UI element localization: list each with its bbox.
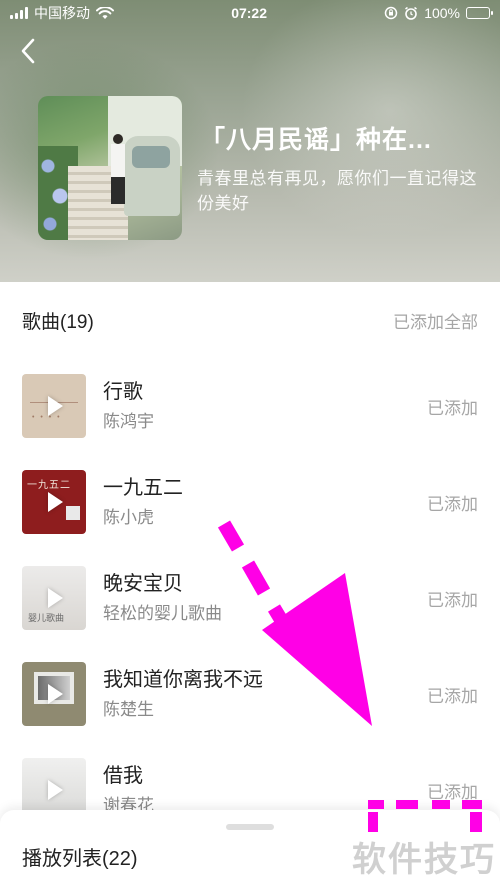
play-icon	[48, 588, 63, 608]
orientation-lock-icon	[384, 6, 398, 20]
add-all-button[interactable]: 已添加全部	[393, 308, 478, 333]
songs-count-title: 歌曲(19)	[22, 311, 94, 333]
song-added-status: 已添加	[427, 686, 478, 706]
back-button[interactable]	[14, 36, 42, 66]
play-icon	[48, 684, 63, 704]
song-artist: 轻松的婴儿歌曲	[103, 604, 222, 623]
song-cover-text: 婴儿歌曲	[28, 613, 65, 623]
album-title: 「八月民谣」种在...	[200, 126, 432, 154]
song-title: 借我	[103, 765, 143, 787]
song-cover[interactable]: 一九五二	[22, 470, 86, 534]
album-cover	[38, 96, 182, 240]
song-artist: 陈鸿宇	[103, 412, 154, 431]
song-title: 我知道你离我不远	[103, 669, 263, 691]
chevron-left-icon	[21, 38, 35, 64]
song-list-panel: 歌曲(19) 已添加全部 • • • • 行歌 陈鸿宇 已添加 一九五二 一九五…	[0, 282, 500, 889]
song-title: 晚安宝贝	[103, 573, 183, 595]
song-row[interactable]: 我知道你离我不远 陈楚生 已添加	[0, 646, 500, 742]
song-artist: 陈楚生	[103, 700, 154, 719]
watermark-text: 软件技巧	[352, 841, 496, 879]
song-row[interactable]: • • • • 行歌 陈鸿宇 已添加	[0, 358, 500, 454]
song-cover[interactable]	[22, 662, 86, 726]
carrier-label: 中国移动	[34, 5, 90, 21]
song-added-status: 已添加	[427, 590, 478, 610]
battery-icon	[466, 7, 493, 19]
playlist-label[interactable]: 播放列表(22)	[22, 842, 138, 871]
song-row[interactable]: 婴儿歌曲 晚安宝贝 轻松的婴儿歌曲 已添加	[0, 550, 500, 646]
song-added-status: 已添加	[427, 782, 478, 802]
play-icon	[48, 780, 63, 800]
song-cover[interactable]: • • • •	[22, 374, 86, 438]
battery-percent: 100%	[424, 5, 460, 21]
status-bar: 中国移动 07:22 100%	[0, 0, 500, 26]
song-artist: 陈小虎	[103, 508, 154, 527]
song-cover-text: 一九五二	[27, 480, 71, 491]
songs-header: 歌曲(19) 已添加全部	[0, 282, 500, 358]
song-added-status: 已添加	[427, 494, 478, 514]
song-cover[interactable]: 婴儿歌曲	[22, 566, 86, 630]
alarm-icon	[405, 6, 418, 20]
song-row[interactable]: 一九五二 一九五二 陈小虎 已添加	[0, 454, 500, 550]
song-title: 一九五二	[103, 477, 183, 499]
signal-icon	[10, 7, 28, 19]
wifi-icon	[96, 6, 114, 19]
play-icon	[48, 492, 63, 512]
album-description: 青春里总有再见，愿你们一直记得这份美好	[197, 169, 477, 213]
drag-handle[interactable]	[226, 824, 274, 830]
song-added-status: 已添加	[427, 398, 478, 418]
status-time: 07:22	[231, 5, 267, 21]
play-icon	[48, 396, 63, 416]
song-title: 行歌	[103, 381, 143, 403]
